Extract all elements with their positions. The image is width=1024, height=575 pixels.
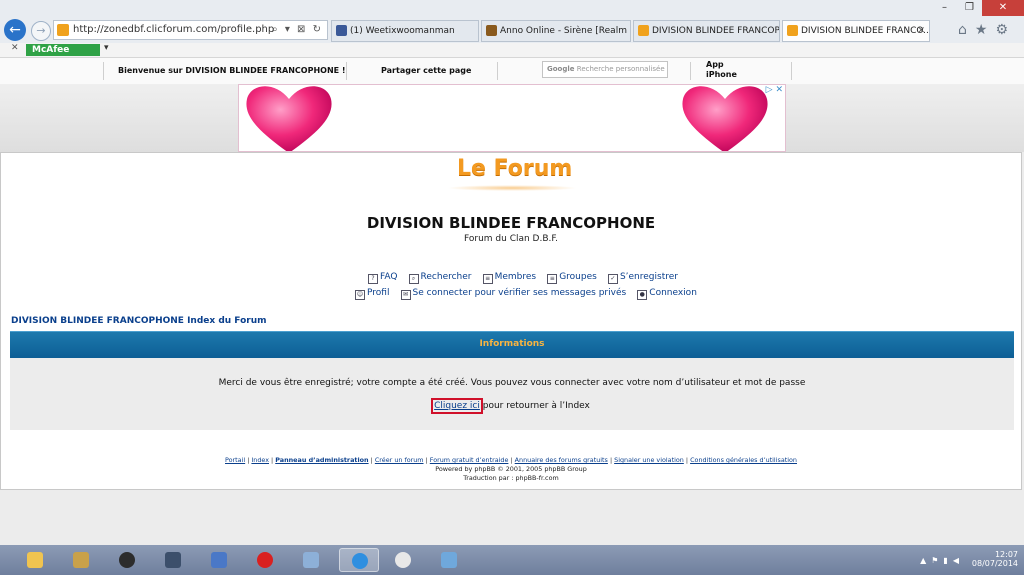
footer-portal-link[interactable]: Portail [225,456,245,464]
command-bar: ✕ McAfee ▾ [0,43,1024,58]
click-here-link[interactable]: Cliquez ici [431,398,483,414]
favorites-star-icon[interactable]: ★ [975,22,996,38]
divider [497,62,498,80]
footer-terms-link[interactable]: Conditions générales d’utilisation [690,456,797,464]
nav-profile[interactable]: ☺ Profil [355,288,389,300]
powered-by: Powered by phpBB © 2001, 2005 phpBB Grou… [435,465,587,473]
close-window-icon[interactable]: ✕ [982,0,1024,16]
footer-report-link[interactable]: Signaler une violation [614,456,684,464]
settings-gear-icon[interactable]: ⚙ [995,22,1016,38]
facebook-icon [336,25,347,36]
tools-app-icon[interactable] [205,548,233,572]
footer-index-link[interactable]: Index [251,456,269,464]
tab-facebook[interactable]: (1) Weetixwoomanman [331,20,479,42]
divider [346,62,347,80]
divider [103,62,104,80]
anno-icon [486,25,497,36]
minimize-icon[interactable]: – [932,0,957,16]
app-iphone-line1[interactable]: App [706,60,724,69]
address-tools-icons[interactable]: ⌕ ▾ ⊠ ↻ [272,21,323,39]
mcafee-label: McAfee [32,45,70,55]
restore-icon[interactable]: ❐ [957,0,982,16]
forum-logo[interactable]: Le Forum [457,156,572,181]
site-title: DIVISION BLINDEE FRANCOPHONE [366,214,656,232]
forum-top-bar: Bienvenue sur DIVISION BLINDEE FRANCOPHO… [0,58,1024,85]
nav-private-messages[interactable]: ✉ Se connecter pour vérifier ses messages… [400,288,626,300]
taskbar [0,545,1024,575]
messages-icon: ✉ [400,290,411,300]
close-bar-icon[interactable]: ✕ [11,43,19,53]
clock-date: 08/07/2014 [971,559,1018,568]
footer-directory-link[interactable]: Annuaire des forums gratuits [515,456,608,464]
clock[interactable]: 12:07 08/07/2014 [972,550,1018,568]
mcafee-button[interactable]: McAfee [26,44,100,56]
clock-time: 12:07 [994,550,1018,559]
tab-label: Anno Online - Sirène [Realm 1] [500,26,631,36]
paint-app-icon[interactable] [435,548,463,572]
tab-label: DIVISION BLINDEE FRANCOPH... [652,26,780,36]
translation-credit: Traduction par : phpBB-fr.com [463,474,559,482]
advertisement-banner[interactable]: ▷ ✕ [238,84,786,152]
app-iphone-line2[interactable]: iPhone [706,70,737,79]
speaker-app-icon[interactable] [113,548,141,572]
google-label: Google [547,65,575,73]
logo-glow [447,185,577,191]
footer-help-forum-link[interactable]: Forum gratuit d’entraide [430,456,509,464]
registration-message: Merci de vous être enregistré; votre com… [218,378,806,388]
file-explorer-icon[interactable] [21,548,49,572]
welcome-text[interactable]: Bienvenue sur DIVISION BLINDEE FRANCOPHO… [118,66,346,75]
heart-image [682,86,768,151]
power-app-icon[interactable] [251,548,279,572]
tab-division-active[interactable]: DIVISION BLINDEE FRANCO... ✕ [782,20,930,42]
footer-links: Portail | Index | Panneau d’administrati… [225,456,797,464]
tab-division-1[interactable]: DIVISION BLINDEE FRANCOPH... [633,20,780,42]
ie-toolbar-icons: ⌂★⚙ [958,22,1016,38]
search-placeholder: Recherche personnalisée [576,65,665,73]
home-icon[interactable]: ⌂ [958,22,975,38]
mcafee-dropdown-icon[interactable]: ▾ [104,43,109,53]
return-line: Cliquez ici pour retourner à l’Index [10,398,1014,414]
nav-row-2: ☺ Profil ✉ Se connecter pour vérifier ses … [355,280,697,300]
tab-label: (1) Weetixwoomanman [350,26,455,36]
info-body [10,358,1014,430]
window-controls: – ❐ ✕ [932,0,1024,16]
breadcrumb[interactable]: DIVISION BLINDEE FRANCOPHONE Index du Fo… [11,316,267,326]
internet-explorer-icon[interactable] [339,548,379,572]
address-bar[interactable]: http://zonedbf.clicforum.com/profile.php… [53,20,328,40]
footer-admin-link[interactable]: Panneau d’administration [275,456,368,464]
share-page-link[interactable]: Partager cette page [381,66,471,75]
site-favicon-icon [57,24,69,36]
site-description: Forum du Clan D.B.F. [464,234,558,244]
divider [690,62,691,80]
divider [791,62,792,80]
tab-anno-online[interactable]: Anno Online - Sirène [Realm 1] [481,20,631,42]
tab-label: DIVISION BLINDEE FRANCO... [801,26,930,36]
login-icon: ● [637,290,648,300]
adchoices-icon[interactable]: ▷ ✕ [766,85,783,95]
footer-create-forum-link[interactable]: Créer un forum [375,456,424,464]
desktop-app-icon[interactable] [297,548,325,572]
heart-image [246,86,332,151]
profile-icon: ☺ [355,290,365,300]
forum-favicon-icon [787,25,798,36]
back-button[interactable]: ← [4,19,26,41]
info-title: Informations [479,339,545,349]
forward-button[interactable]: → [31,21,51,41]
close-tab-icon[interactable]: ✕ [917,21,925,41]
return-text: pour retourner à l’Index [479,401,590,411]
film-app-icon[interactable] [159,548,187,572]
forum-favicon-icon [638,25,649,36]
google-search-input[interactable]: Google Recherche personnalisée [542,61,668,78]
system-tray-icons[interactable]: ▲⚑▮◀ [920,556,964,565]
game-app-icon[interactable] [389,548,417,572]
address-url[interactable]: http://zonedbf.clicforum.com/profile.php [73,21,274,39]
media-app-icon[interactable] [67,548,95,572]
nav-login[interactable]: ● Connexion [637,288,697,300]
